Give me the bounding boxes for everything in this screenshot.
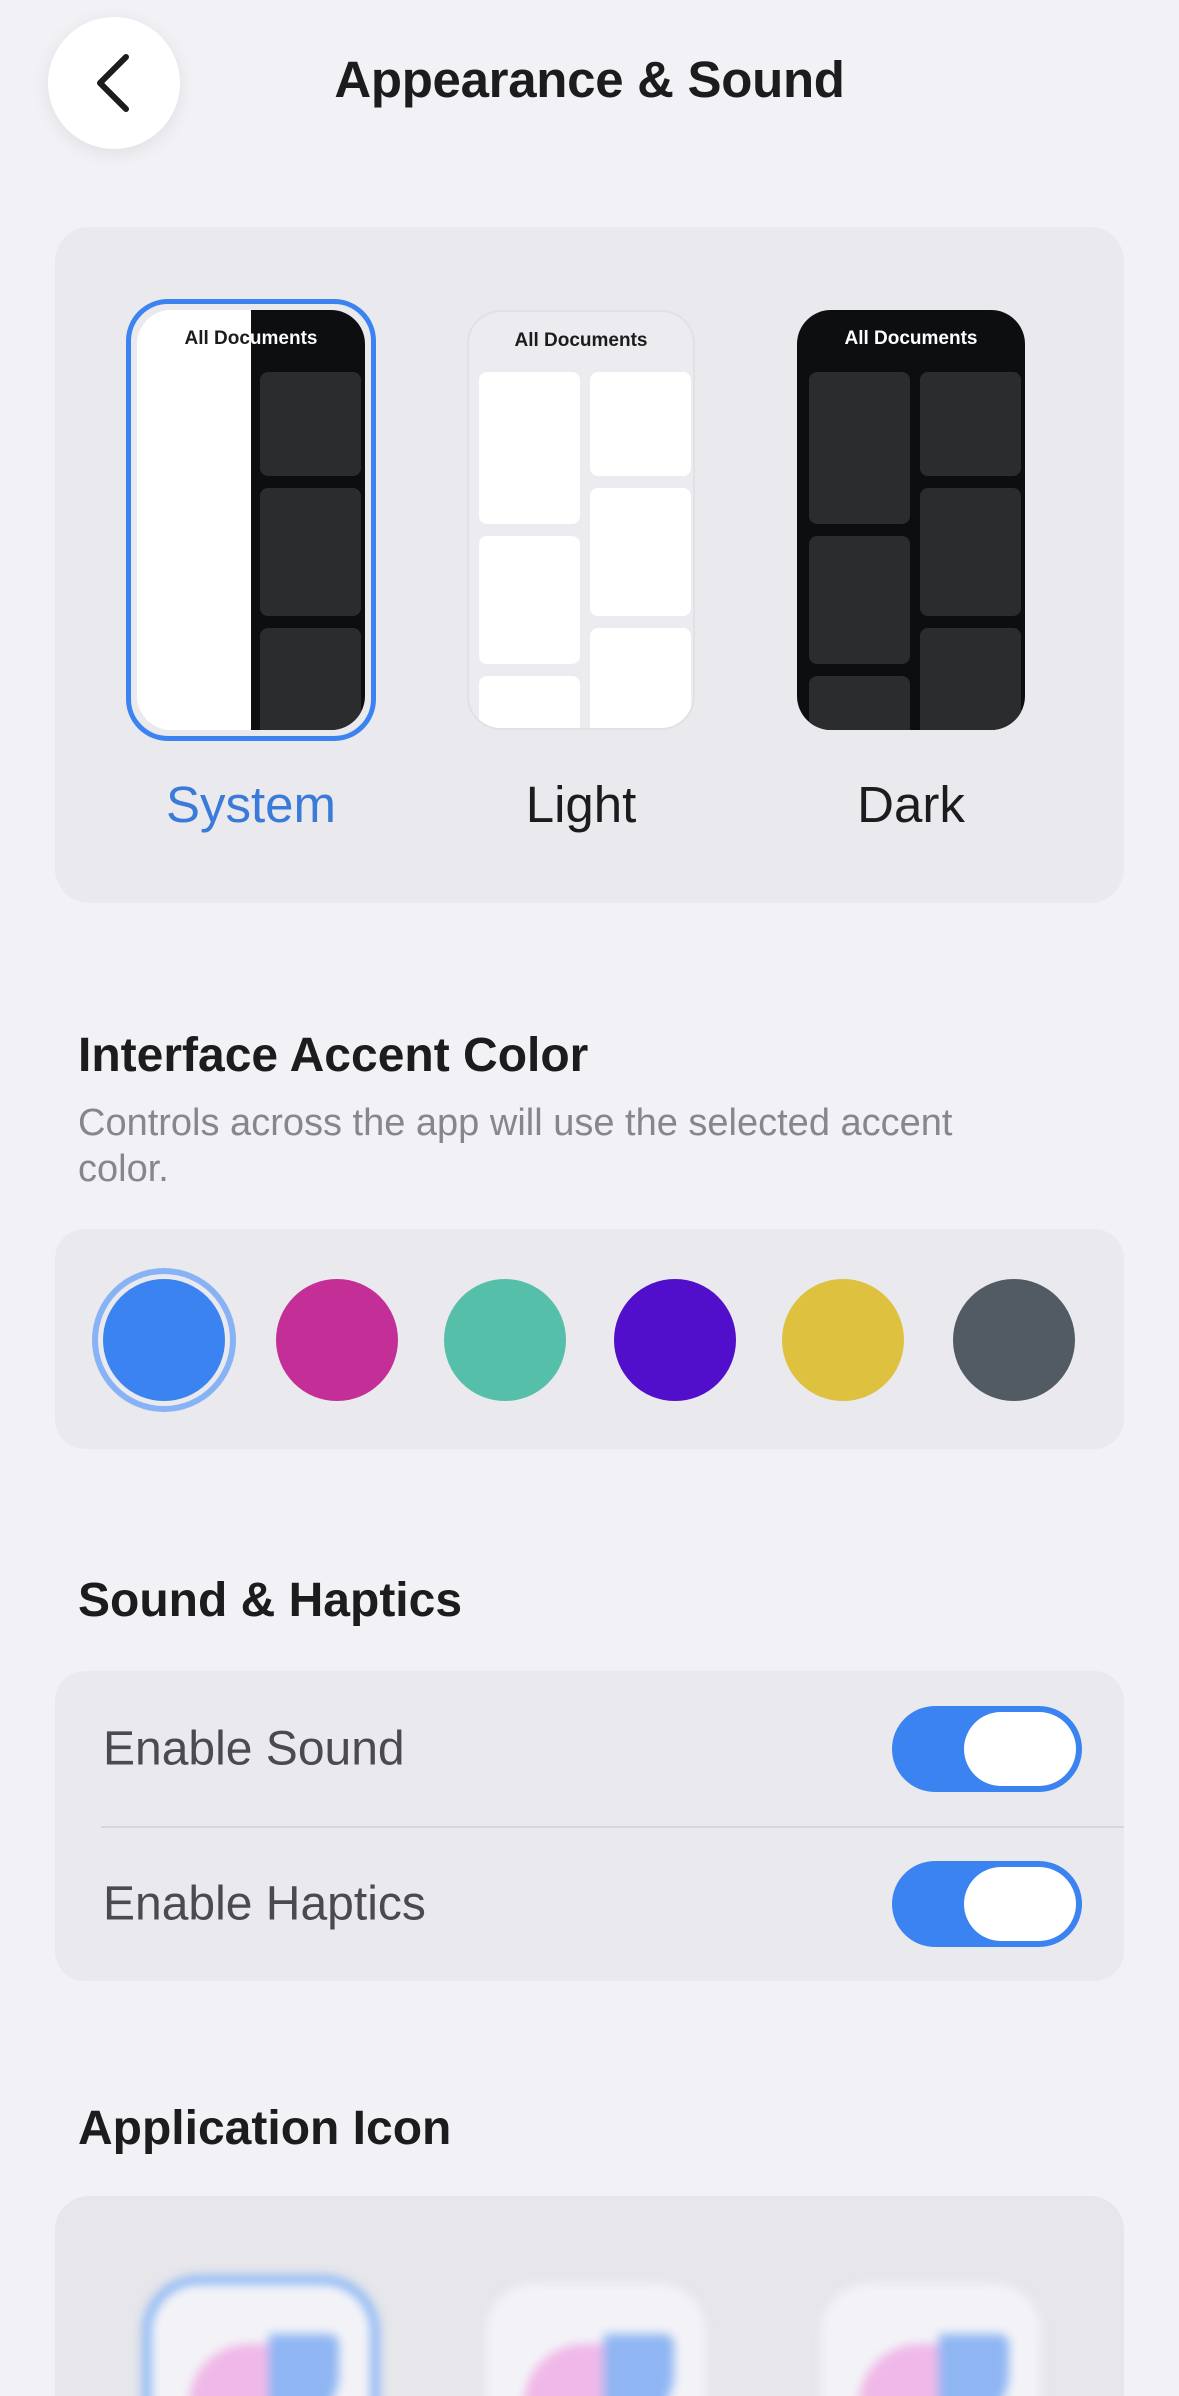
settings-page: Appearance & Sound All Documents System [0, 0, 1179, 2396]
theme-preview-frame: All Documents [126, 299, 376, 741]
theme-preview-system: All Documents [137, 310, 365, 730]
theme-label: System [165, 776, 337, 833]
theme-preview-dark: All Documents [797, 310, 1025, 730]
accent-color-card [55, 1229, 1124, 1449]
preview-title: All Documents [137, 328, 365, 350]
enable-sound-row: Enable Sound [55, 1671, 1124, 1826]
app-icon-option-1[interactable] [151, 2284, 371, 2396]
theme-preview-frame: All Documents [786, 299, 1036, 741]
enable-sound-label: Enable Sound [103, 1722, 405, 1775]
app-icon-heading: Application Icon [78, 2102, 452, 2155]
accent-description: Controls across the app will use the sel… [78, 1102, 953, 1190]
swatch-gray[interactable] [953, 1279, 1075, 1401]
app-icon-option-3[interactable] [821, 2284, 1041, 2396]
theme-option-light[interactable]: All Documents Light [456, 299, 706, 834]
theme-preview-frame: All Documents [456, 299, 706, 741]
enable-sound-toggle[interactable] [892, 1705, 1082, 1792]
preview-title: All Documents [514, 330, 648, 351]
enable-haptics-toggle[interactable] [892, 1860, 1082, 1947]
swatch-yellow[interactable] [782, 1279, 904, 1401]
page-title: Appearance & Sound [334, 51, 845, 108]
swatch-purple[interactable] [614, 1279, 736, 1401]
swatch-magenta[interactable] [276, 1279, 398, 1401]
swatch-blue[interactable] [103, 1279, 225, 1401]
sound-haptics-card: Enable Sound Enable Haptics [55, 1671, 1124, 1981]
theme-card: All Documents System All Documents Light… [55, 227, 1124, 903]
theme-preview-light: All Documents [467, 310, 695, 730]
sound-heading: Sound & Haptics [78, 1574, 463, 1627]
app-icon-option-2[interactable] [486, 2284, 706, 2396]
theme-option-dark[interactable]: All Documents Dark [786, 299, 1036, 834]
theme-option-system[interactable]: All Documents System [126, 299, 376, 834]
app-icon-card [55, 2196, 1124, 2396]
accent-heading: Interface Accent Color [78, 1029, 589, 1082]
theme-label: Light [525, 776, 637, 833]
theme-label: Dark [857, 776, 965, 833]
enable-haptics-row: Enable Haptics [55, 1826, 1124, 1981]
preview-title: All Documents [844, 328, 978, 349]
swatch-teal[interactable] [444, 1279, 566, 1401]
enable-haptics-label: Enable Haptics [103, 1877, 426, 1930]
